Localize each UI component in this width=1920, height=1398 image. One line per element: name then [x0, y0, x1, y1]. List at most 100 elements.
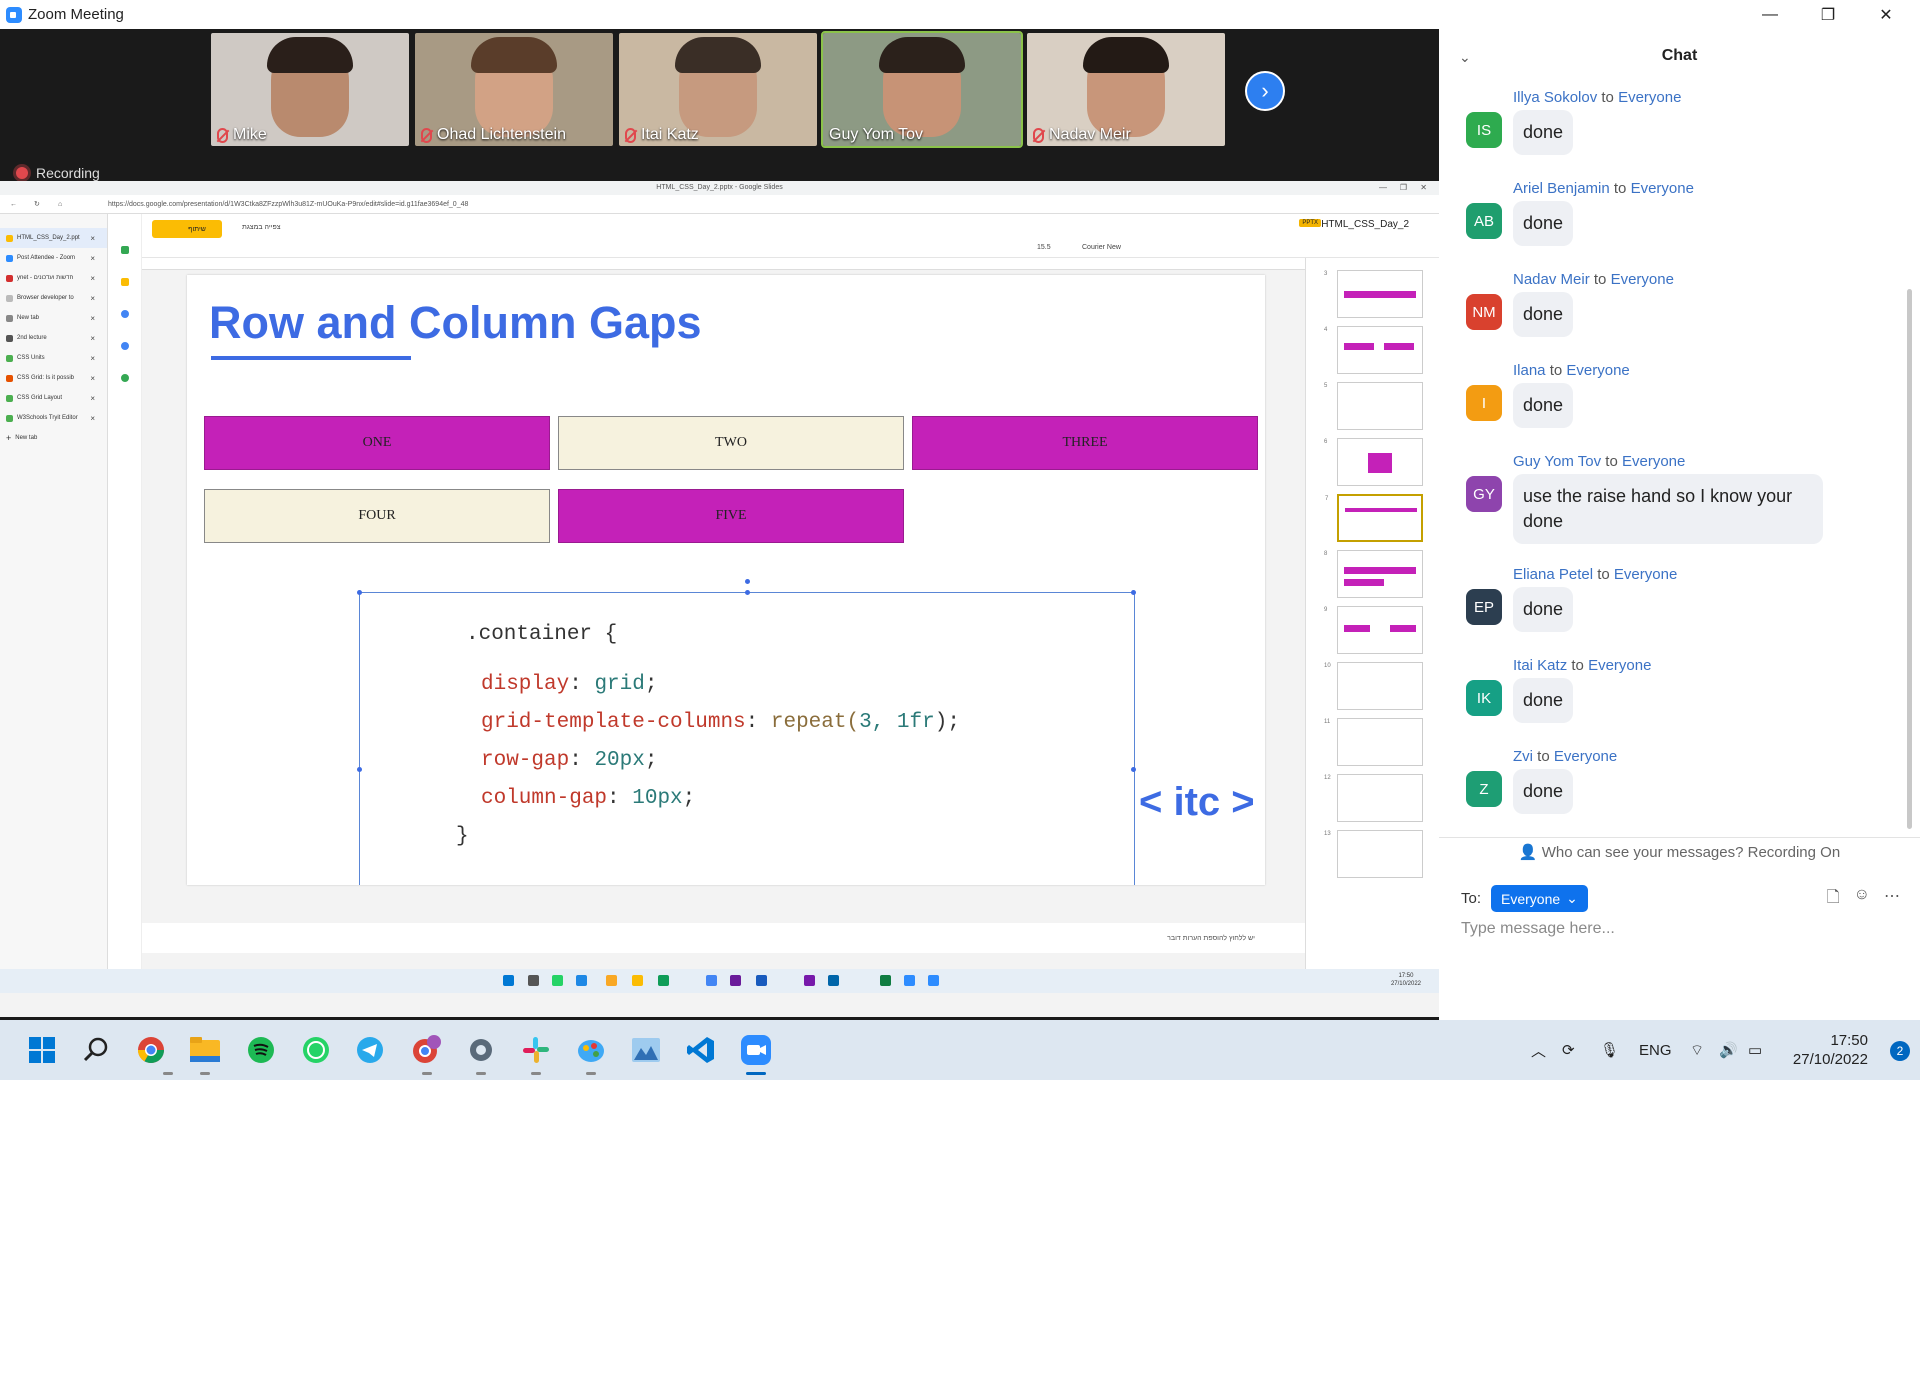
photos-icon[interactable] [629, 1033, 663, 1067]
participant-video-detail [267, 37, 353, 73]
zoom-icon [904, 975, 915, 986]
settings-icon[interactable] [464, 1033, 498, 1067]
message-bubble[interactable]: done [1513, 383, 1574, 428]
vscode-icon[interactable] [684, 1033, 718, 1067]
slide-filmstrip: 3 4 5 6 7 8 9 10 11 12 13 [1305, 258, 1439, 969]
share-button: שיתוף [172, 220, 222, 238]
start-icon[interactable] [25, 1033, 59, 1067]
recording-indicator[interactable]: Recording [16, 165, 100, 181]
side-tab: HTML_CSS_Day_2.ppt × [0, 228, 107, 248]
video-tile-active-speaker[interactable]: Guy Yom Tov [821, 31, 1023, 148]
emoji-icon[interactable]: ☺ [1854, 886, 1870, 913]
sender-name[interactable]: Illya Sokolov [1513, 89, 1597, 106]
search-icon[interactable] [79, 1033, 113, 1067]
wifi-icon[interactable]: ⌔ [1690, 1020, 1704, 1080]
participant-name: Guy Yom Tov [829, 126, 923, 144]
chrome-icon[interactable] [134, 1033, 168, 1067]
recipient-dropdown[interactable]: Everyone ⌄ [1491, 885, 1588, 912]
sender-name[interactable]: Ilana [1513, 362, 1546, 379]
sender-name[interactable]: Itai Katz [1513, 657, 1567, 674]
show-hidden-icons[interactable]: ︿ [1531, 1020, 1546, 1080]
chrome-profile-icon[interactable] [409, 1033, 443, 1067]
battery-glyph-icon: ▭ [1748, 1042, 1763, 1059]
message-input[interactable] [1461, 920, 1891, 938]
css-semicolon: ; [644, 749, 658, 772]
home-icon: ⌂ [58, 201, 63, 208]
slack-icon[interactable] [519, 1033, 553, 1067]
close-tab-icon: × [90, 233, 95, 243]
message-bubble[interactable]: done [1513, 587, 1574, 632]
video-tile[interactable]: Ohad Lichtenstein [415, 33, 613, 146]
sender-name[interactable]: Guy Yom Tov [1513, 453, 1601, 470]
telegram-icon[interactable] [353, 1033, 387, 1067]
zoom-icon[interactable] [739, 1033, 773, 1067]
restore-button[interactable]: ❐ [1799, 0, 1857, 29]
slide-thumbnail: 8 [1324, 550, 1423, 598]
plus-icon: + [6, 433, 12, 443]
document-title: HTML_CSS_Day_2 [1321, 219, 1409, 230]
video-tile[interactable]: Mike [211, 33, 409, 146]
battery-icon[interactable]: ▭ [1748, 1020, 1762, 1080]
participant-name-label: Guy Yom Tov [829, 126, 923, 143]
sender-name[interactable]: Zvi [1513, 748, 1533, 765]
participant-name: Mike [217, 126, 267, 144]
thumbnail-graphic [1384, 343, 1414, 350]
nav-back-icon: ← [10, 201, 17, 208]
video-tile[interactable]: Nadav Meir [1027, 33, 1225, 146]
file-icon[interactable]: 🗋 [1827, 886, 1840, 913]
css-end: ); [934, 711, 960, 734]
message-bubble[interactable]: done [1513, 292, 1574, 337]
teams-icon [730, 975, 741, 986]
slide-number: 8 [1324, 551, 1328, 557]
privacy-notice[interactable]: 👤 Who can see your messages? Recording O… [1439, 843, 1920, 861]
css-value: 10px [632, 787, 683, 810]
side-tab: New tab × [0, 308, 107, 328]
slide-thumbnail: 5 [1324, 382, 1423, 430]
window-title: Zoom Meeting [28, 6, 124, 23]
avatar: IK [1466, 680, 1502, 716]
message-bubble[interactable]: done [1513, 769, 1574, 814]
next-page-button[interactable]: › [1245, 71, 1285, 111]
code-selector: .container { [466, 623, 618, 646]
paint-icon[interactable] [574, 1033, 608, 1067]
sender-name[interactable]: Nadav Meir [1513, 271, 1590, 288]
sender-name[interactable]: Ariel Benjamin [1513, 180, 1610, 197]
zoom-favicon-icon [6, 254, 13, 262]
css-property: display [481, 673, 570, 696]
chat-scrollbar[interactable] [1907, 289, 1912, 829]
video-tile[interactable]: Itai Katz [619, 33, 817, 146]
message-bubble[interactable]: done [1513, 678, 1574, 723]
chrome-icon [706, 975, 717, 986]
thumbnail-graphic [1344, 291, 1416, 298]
more-icon[interactable]: ⋯ [1884, 886, 1900, 913]
file-explorer-icon[interactable] [188, 1033, 222, 1067]
sync-icon[interactable]: ⟳ [1562, 1020, 1575, 1080]
spotify-icon[interactable] [244, 1033, 278, 1067]
whatsapp-icon [552, 975, 563, 986]
message-bubble[interactable]: done [1513, 201, 1574, 246]
whatsapp-icon[interactable] [299, 1033, 333, 1067]
close-tab-icon: × [90, 313, 95, 323]
message-bubble[interactable]: done [1513, 110, 1574, 155]
minimize-button[interactable]: — [1741, 0, 1799, 29]
message-sender: Zvi to Everyone [1513, 748, 1617, 765]
notification-badge[interactable]: 2 [1890, 1041, 1910, 1061]
microphone-icon[interactable]: 🎙 [1600, 1020, 1619, 1080]
side-tab: CSS Units × [0, 348, 107, 368]
message-bubble[interactable]: use the raise hand so I know your done [1513, 474, 1823, 544]
slide-thumbnail: 9 [1324, 606, 1423, 654]
close-button[interactable]: ✕ [1857, 0, 1915, 29]
grid-item: THREE [912, 416, 1258, 470]
sender-name[interactable]: Eliana Petel [1513, 566, 1593, 583]
address-bar: ← ↻ ⌂ https://docs.google.com/presentati… [0, 195, 1439, 214]
chat-title: Chat [1661, 47, 1698, 64]
volume-icon[interactable]: 🔊 [1719, 1020, 1738, 1080]
privacy-notice-label: Who can see your messages? Recording On [1541, 844, 1841, 861]
resize-handle [745, 590, 750, 595]
slide-number: 4 [1324, 327, 1328, 333]
language-indicator[interactable]: ENG [1639, 1020, 1672, 1080]
active-indicator [746, 1072, 766, 1075]
clock[interactable]: 17:50 27/10/2022 [1793, 1031, 1868, 1069]
code-line: grid-template-columns: repeat(3, 1fr); [481, 711, 960, 734]
edge-icon [658, 975, 669, 986]
